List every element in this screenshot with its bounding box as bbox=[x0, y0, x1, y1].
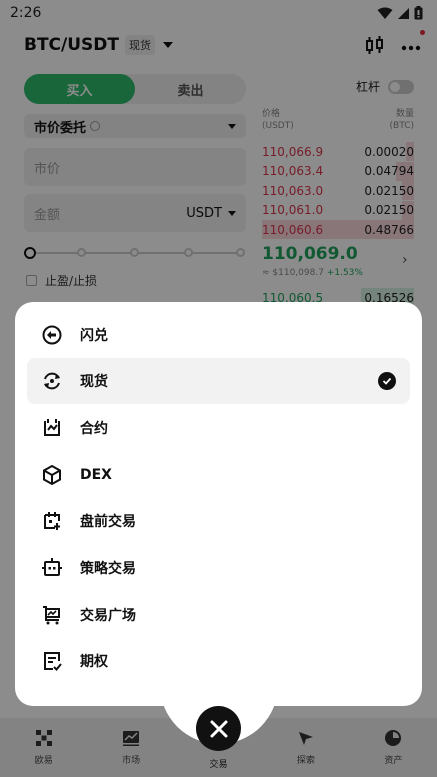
swap-circle-icon bbox=[41, 324, 63, 346]
menu-item-label: 合约 bbox=[80, 421, 108, 437]
futures-icon bbox=[41, 417, 63, 439]
menu-item-options[interactable]: 期权 bbox=[27, 638, 410, 684]
close-icon bbox=[210, 720, 227, 737]
dex-cube-icon bbox=[41, 464, 63, 486]
close-menu-button[interactable] bbox=[196, 706, 241, 751]
menu-item-swap[interactable]: 闪兑 bbox=[27, 312, 410, 358]
menu-item-premarket[interactable]: 盘前交易 bbox=[27, 498, 410, 544]
menu-item-label: 策略交易 bbox=[80, 561, 136, 577]
menu-item-label: 闪兑 bbox=[80, 328, 108, 344]
menu-item-label: DEX bbox=[80, 467, 112, 483]
menu-item-label: 盘前交易 bbox=[80, 514, 136, 530]
spot-refresh-icon bbox=[41, 370, 63, 392]
trade-type-menu: 闪兑 现货 合约 DEX 盘前交易 策略交易 交易广场 期权 bbox=[15, 302, 422, 706]
trading-square-icon bbox=[41, 604, 63, 626]
menu-item-label: 现货 bbox=[80, 374, 108, 390]
menu-item-trading-square[interactable]: 交易广场 bbox=[27, 592, 410, 638]
menu-item-futures[interactable]: 合约 bbox=[27, 405, 410, 451]
options-icon bbox=[41, 650, 63, 672]
premarket-icon bbox=[41, 510, 63, 532]
menu-item-dex[interactable]: DEX bbox=[27, 452, 410, 498]
menu-item-spot[interactable]: 现货 bbox=[27, 358, 410, 404]
menu-item-label: 期权 bbox=[80, 654, 108, 670]
checkmark-icon bbox=[378, 372, 396, 390]
menu-item-label: 交易广场 bbox=[80, 608, 136, 624]
nav-trade-label: 交易 bbox=[209, 760, 228, 770]
menu-item-strategy[interactable]: 策略交易 bbox=[27, 545, 410, 591]
bot-icon bbox=[41, 557, 63, 579]
